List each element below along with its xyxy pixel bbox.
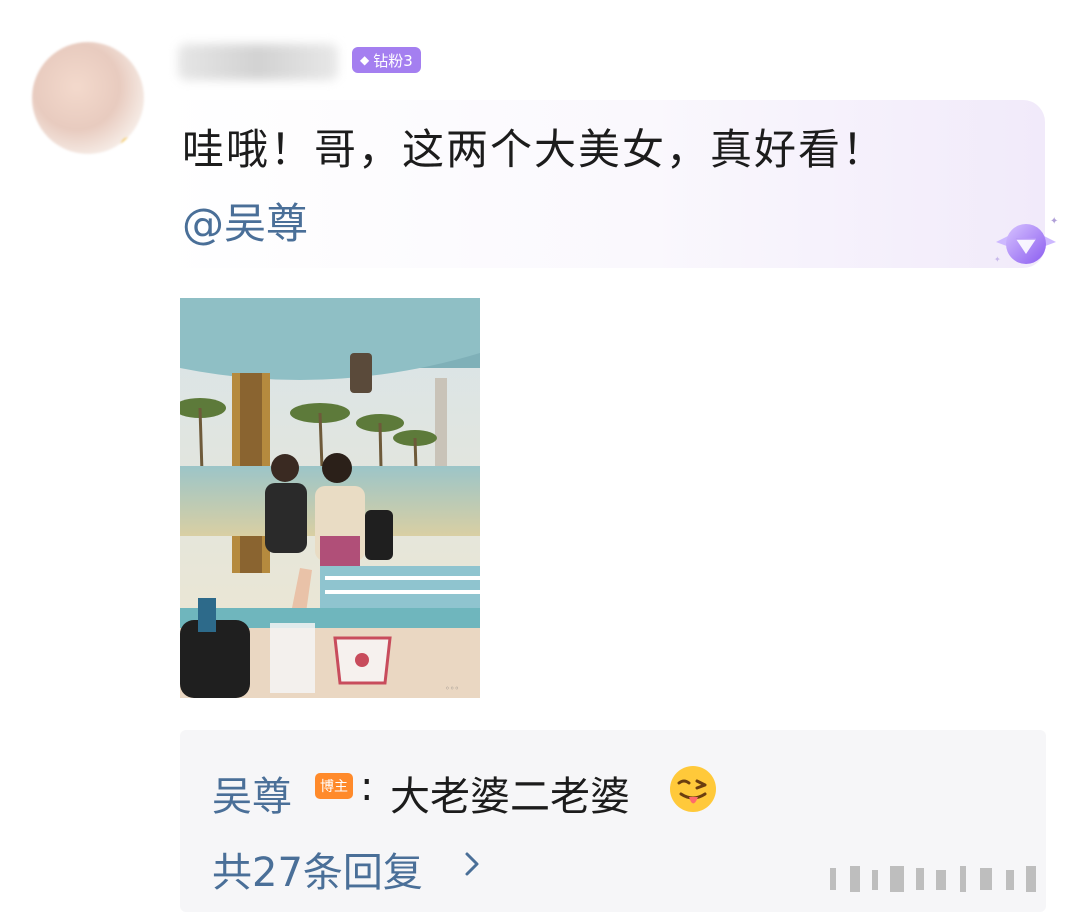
tongue-wink-emoji xyxy=(670,766,716,812)
comment-text: 哇哦！哥，这两个大美女，真好看！ xyxy=(182,125,887,174)
diamond-icon: ◆ xyxy=(360,53,370,67)
fan-badge-label: 钻粉3 xyxy=(373,51,413,70)
svg-text:✦: ✦ xyxy=(994,255,1001,264)
avatar-decoration-moon-icon xyxy=(120,137,140,154)
svg-text:◦◦◦: ◦◦◦ xyxy=(445,684,459,693)
post-photo[interactable]: ◦◦◦ xyxy=(180,298,480,698)
reply-text: 大老婆二老婆 xyxy=(390,774,630,820)
blogger-tag: 博主 xyxy=(315,773,353,799)
watermark-logo xyxy=(830,866,1036,892)
mention-link[interactable]: @吴尊 xyxy=(182,190,308,251)
chevron-right-icon[interactable] xyxy=(462,849,482,879)
avatar[interactable] xyxy=(32,42,144,154)
reply-separator: : xyxy=(360,764,374,810)
username-blurred[interactable] xyxy=(178,44,338,80)
fan-level-badge: ◆ 钻粉3 xyxy=(352,47,421,73)
diamond-crown-icon: ✦ ✦ xyxy=(994,216,1058,264)
reply-author-name[interactable]: 吴尊 xyxy=(212,764,292,822)
svg-text:✦: ✦ xyxy=(1050,216,1058,227)
view-all-replies-link[interactable]: 共27条回复 xyxy=(212,840,423,898)
